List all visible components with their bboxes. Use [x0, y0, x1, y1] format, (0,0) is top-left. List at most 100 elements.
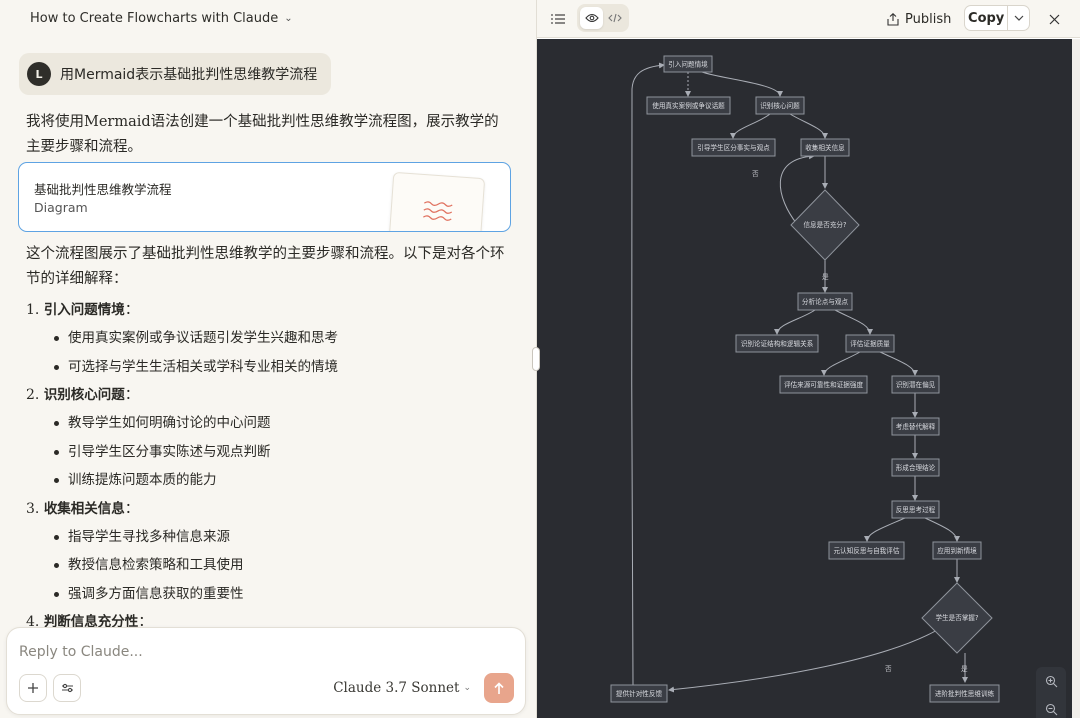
section-heading: 2. 识别核心问题： — [26, 387, 139, 403]
flow-decision: 学生是否掌握? — [921, 582, 993, 654]
svg-text:应用到新情境: 应用到新情境 — [937, 546, 977, 555]
svg-text:评估来源可靠性和证据强度: 评估来源可靠性和证据强度 — [784, 380, 864, 389]
chevron-down-icon: ⌄ — [463, 683, 471, 693]
body-line-1: 这个流程图展示了基础批判性思维教学的主要步骤和流程。以下是对各个环 — [26, 246, 505, 262]
copy-options-button[interactable] — [1008, 6, 1029, 30]
flow-node: 分析论点与观点 — [797, 292, 853, 311]
list-icon — [551, 14, 565, 24]
svg-text:提供针对性反馈: 提供针对性反馈 — [616, 689, 663, 698]
zoom-in-button[interactable] — [1040, 670, 1062, 692]
flow-node: 应用到新情境 — [932, 541, 982, 560]
assistant-explanation: 这个流程图展示了基础批判性思维教学的主要步骤和流程。以下是对各个环 节的详细解释… — [26, 242, 506, 292]
zoom-controls — [1036, 667, 1066, 718]
svg-text:识别论证结构和逻辑关系: 识别论证结构和逻辑关系 — [741, 339, 814, 348]
chevron-down-icon: ⌄ — [284, 12, 293, 24]
edge-label-no: 否 — [885, 665, 892, 673]
plus-icon — [28, 683, 38, 693]
zoom-out-button[interactable] — [1040, 698, 1062, 718]
avatar: L — [27, 62, 51, 86]
sliders-icon — [61, 683, 73, 693]
artifact-pane: Publish Copy 否 是 否 是 引入问题情境 使用真实案例或争议话题 … — [537, 0, 1080, 718]
flow-node: 收集相关信息 — [800, 138, 850, 157]
edge-label-yes: 是 — [961, 665, 968, 673]
flow-node: 进阶批判性思维训练 — [929, 684, 1000, 703]
svg-text:识别核心问题: 识别核心问题 — [760, 101, 800, 110]
code-tab[interactable] — [603, 7, 626, 29]
svg-text:信息是否充分?: 信息是否充分? — [803, 220, 847, 229]
tools-button[interactable] — [53, 674, 81, 702]
list-item: 强调多方面信息获取的重要性 — [26, 580, 506, 609]
chat-pane: How to Create Flowcharts with Claude ⌄ L… — [0, 0, 537, 718]
section-heading: 3. 收集相关信息： — [26, 500, 139, 517]
zoom-out-icon — [1045, 703, 1057, 715]
arrow-up-icon — [494, 681, 504, 694]
flow-node: 识别核心问题 — [755, 96, 805, 115]
flow-node: 引入问题情境 — [663, 55, 713, 73]
conversation-title-button[interactable]: How to Create Flowcharts with Claude ⌄ — [30, 9, 293, 27]
svg-text:形成合理结论: 形成合理结论 — [896, 463, 936, 472]
svg-text:学生是否掌握?: 学生是否掌握? — [935, 613, 979, 622]
send-button[interactable] — [484, 673, 514, 703]
artifact-type: Diagram — [34, 200, 88, 215]
assistant-intro: 我将使用Mermaid语法创建一个基础批判性思维教学流程图，展示教学的 主要步骤… — [26, 110, 506, 160]
body-line-2: 节的详细解释： — [26, 271, 128, 287]
svg-text:进阶批判性思维训练: 进阶批判性思维训练 — [935, 689, 995, 698]
svg-text:引导学生区分事实与观点: 引导学生区分事实与观点 — [697, 143, 770, 152]
publish-button[interactable]: Publish — [887, 8, 951, 30]
flow-node: 识别论证结构和逻辑关系 — [735, 334, 819, 353]
svg-text:使用真实案例或争议话题: 使用真实案例或争议话题 — [652, 101, 725, 110]
list-item: 教导学生如何明确讨论的中心问题 — [26, 409, 506, 438]
reply-input[interactable] — [19, 642, 509, 662]
flow-node: 反思思考过程 — [891, 500, 940, 519]
intro-line-2: 主要步骤和流程。 — [26, 139, 142, 155]
publish-label: Publish — [905, 11, 952, 27]
model-selector[interactable]: Claude 3.7 Sonnet ⌄ — [333, 680, 471, 696]
section-heading: 1. 引入问题情境： — [26, 302, 139, 318]
message-composer: Claude 3.7 Sonnet ⌄ — [6, 627, 526, 715]
list-item: 可选择与学生生活相关或学科专业相关的情境 — [26, 353, 506, 382]
chevron-down-icon — [1014, 15, 1024, 21]
user-message: L 用Mermaid表示基础批判性思维教学流程 — [19, 53, 332, 95]
list-item: 指导学生寻找多种信息来源 — [26, 523, 506, 552]
close-button[interactable] — [1043, 8, 1065, 30]
flow-decision: 信息是否充分? — [790, 189, 860, 261]
flow-node: 评估来源可靠性和证据强度 — [779, 375, 868, 394]
list-item: 使用真实案例或争议话题引发学生兴趣和思考 — [26, 324, 506, 353]
artifact-card[interactable]: 基础批判性思维教学流程 Diagram — [18, 162, 511, 232]
user-message-text: 用Mermaid表示基础批判性思维教学流程 — [60, 67, 318, 83]
close-icon — [1049, 14, 1059, 24]
copy-button[interactable]: Copy — [965, 6, 1009, 30]
zoom-in-icon — [1045, 675, 1057, 687]
diagram-canvas[interactable]: 否 是 否 是 引入问题情境 使用真实案例或争议话题 识别核心问题 引导学生区分… — [537, 39, 1072, 718]
flow-node: 提供针对性反馈 — [610, 684, 668, 703]
svg-text:引入问题情境: 引入问题情境 — [668, 60, 708, 69]
flow-node: 元认知反思与自我评估 — [828, 541, 905, 560]
artifact-list-button[interactable] — [547, 8, 569, 30]
flow-node: 使用真实案例或争议话题 — [646, 96, 731, 115]
flowchart: 否 是 否 是 引入问题情境 使用真实案例或争议话题 识别核心问题 引导学生区分… — [610, 55, 1000, 703]
flow-node: 考虑替代解释 — [891, 417, 940, 436]
copy-button-group: Copy — [964, 5, 1030, 31]
add-attachment-button[interactable] — [19, 674, 47, 702]
flow-node: 引导学生区分事实与观点 — [691, 138, 776, 157]
list-item: 教授信息检索策略和工具使用 — [26, 551, 506, 580]
list-item: 训练提炼问题本质的能力 — [26, 466, 506, 495]
edge-label-yes: 是 — [822, 273, 829, 281]
preview-tab[interactable] — [580, 7, 603, 29]
svg-text:考虑替代解释: 考虑替代解释 — [896, 422, 936, 431]
model-name: Claude 3.7 Sonnet — [333, 680, 460, 696]
artifact-title: 基础批判性思维教学流程 — [34, 182, 172, 197]
share-icon — [887, 12, 899, 26]
intro-line-1: 我将使用Mermaid语法创建一个基础批判性思维教学流程图，展示教学的 — [26, 114, 499, 130]
flow-node: 评估证据质量 — [845, 334, 895, 353]
diagram-thumbnail-icon — [423, 201, 453, 221]
numbered-list: 1. 引入问题情境： 使用真实案例或争议话题引发学生兴趣和思考 可选择与学生生活… — [26, 296, 506, 636]
list-item: 引导学生区分事实陈述与观点判断 — [26, 438, 506, 467]
edge-label-no: 否 — [752, 170, 759, 178]
eye-icon — [584, 13, 599, 23]
svg-text:收集相关信息: 收集相关信息 — [805, 143, 845, 152]
scrollbar[interactable] — [1072, 39, 1080, 718]
svg-text:识别潜在偏见: 识别潜在偏见 — [896, 380, 936, 389]
code-icon — [607, 13, 622, 23]
pane-resize-handle[interactable] — [532, 347, 540, 371]
